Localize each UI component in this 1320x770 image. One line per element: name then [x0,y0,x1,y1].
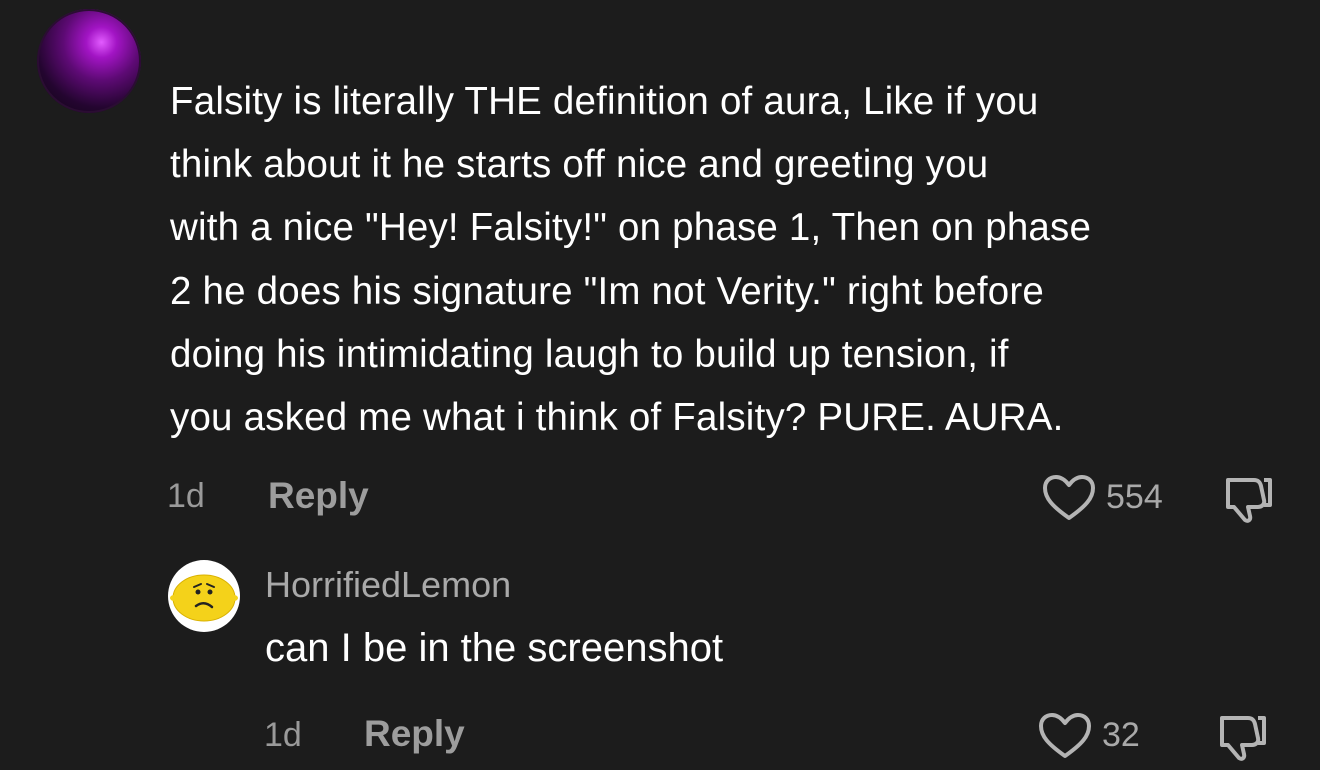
comment-timestamp: 1d [167,477,205,515]
like-count: 554 [1106,478,1163,516]
reply-text: can I be in the screenshot [265,626,724,670]
reply-username[interactable]: HorrifiedLemon [265,564,511,606]
thumbs-down-icon[interactable] [1216,712,1268,762]
reply-avatar[interactable] [168,560,240,632]
reply-like-count: 32 [1102,716,1140,754]
reply-button[interactable]: Reply [268,475,369,517]
comment-text: Falsity is literally THE definition of a… [170,80,1092,440]
reply-reply-button[interactable]: Reply [364,713,465,755]
avatar[interactable] [37,9,141,113]
heart-outline-icon[interactable] [1042,474,1096,522]
comments-thread: Falsity is literally THE definition of a… [0,0,1320,770]
thumbs-down-icon[interactable] [1222,474,1274,524]
lemon-face-icon [170,574,238,622]
reply-timestamp: 1d [264,716,302,754]
heart-outline-icon[interactable] [1038,712,1092,760]
